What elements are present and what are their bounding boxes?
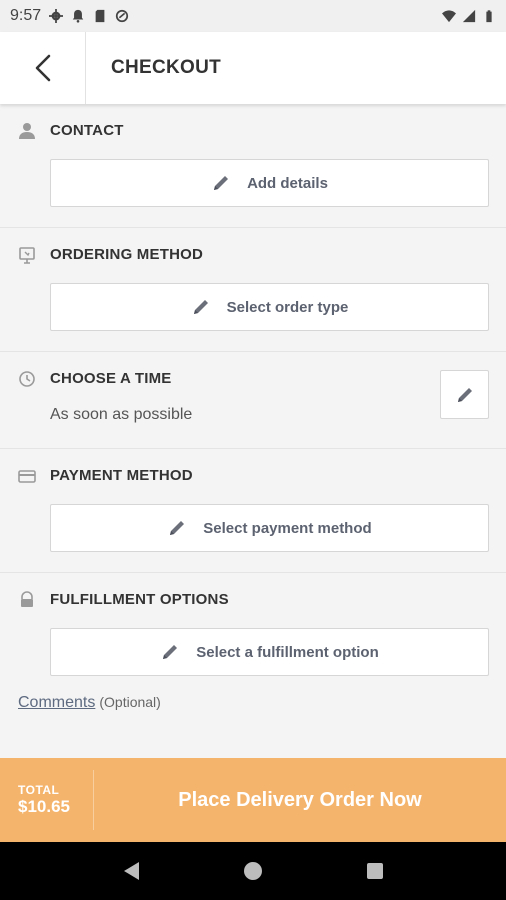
app-bar: CHECKOUT [0, 32, 506, 104]
place-order-button[interactable]: Place Delivery Order Now [94, 789, 506, 812]
comments-link[interactable]: Comments [18, 694, 95, 711]
clock-icon [19, 371, 35, 387]
nav-recents-button[interactable] [355, 851, 395, 891]
person-icon [19, 123, 35, 139]
payment-method-section: PAYMENT METHOD Select payment method [0, 463, 506, 573]
data-saver-icon [116, 9, 129, 23]
fulfillment-options-title: FULFILLMENT OPTIONS [50, 591, 229, 608]
status-bar: 9:57 [0, 0, 506, 32]
select-payment-method-button[interactable]: Select payment method [50, 504, 489, 552]
select-payment-method-label: Select payment method [203, 519, 372, 537]
total-amount: $10.65 [18, 797, 70, 816]
total-label: TOTAL [18, 783, 60, 797]
nav-back-button[interactable] [111, 851, 151, 891]
add-details-button[interactable]: Add details [50, 159, 489, 207]
select-order-type-button[interactable]: Select order type [50, 283, 489, 331]
credit-card-icon [18, 470, 36, 483]
nav-home-icon [244, 862, 262, 880]
selected-time-value: As soon as possible [50, 406, 193, 423]
ordering-method-icon [19, 247, 35, 264]
gear-icon [49, 9, 64, 23]
wifi-icon [442, 10, 456, 23]
page-title: CHECKOUT [111, 57, 222, 78]
pencil-icon [170, 521, 185, 535]
fulfillment-options-section: FULFILLMENT OPTIONS Select a fulfillment… [0, 587, 506, 682]
nav-home-button[interactable] [233, 851, 273, 891]
add-details-label: Add details [247, 174, 328, 192]
contact-section: CONTACT Add details [0, 118, 506, 228]
edit-time-button[interactable] [440, 370, 489, 419]
clock: 9:57 [10, 7, 42, 24]
select-fulfillment-option-button[interactable]: Select a fulfillment option [50, 628, 489, 676]
nav-recents-icon [367, 863, 383, 879]
pencil-icon [214, 176, 229, 190]
contact-title: CONTACT [50, 122, 124, 139]
system-navigation-bar [0, 842, 506, 900]
choose-time-title: CHOOSE A TIME [50, 370, 172, 387]
battery-icon [486, 10, 492, 23]
cellular-signal-icon [462, 9, 476, 23]
chevron-left-icon [35, 54, 50, 82]
pencil-icon [163, 645, 178, 659]
place-order-bar[interactable]: TOTAL $10.65 Place Delivery Order Now [0, 758, 506, 842]
payment-method-title: PAYMENT METHOD [50, 467, 193, 484]
select-order-type-label: Select order type [226, 298, 349, 316]
ordering-method-title: ORDERING METHOD [50, 246, 203, 263]
notification-bell-icon [72, 9, 84, 23]
pencil-icon [193, 300, 208, 314]
choose-time-section: CHOOSE A TIME As soon as possible [0, 366, 506, 449]
ordering-method-section: ORDERING METHOD Select order type [0, 242, 506, 352]
nav-back-icon [124, 862, 139, 880]
fulfillment-icon [21, 591, 33, 607]
comments-optional-label: (Optional) [99, 694, 161, 710]
order-total: TOTAL $10.65 [0, 770, 94, 830]
pencil-icon [457, 387, 472, 402]
comments-row: Comments (Optional) [18, 694, 161, 712]
select-fulfillment-option-label: Select a fulfillment option [196, 643, 379, 661]
back-button[interactable] [0, 32, 86, 104]
sd-card-icon [95, 9, 105, 23]
